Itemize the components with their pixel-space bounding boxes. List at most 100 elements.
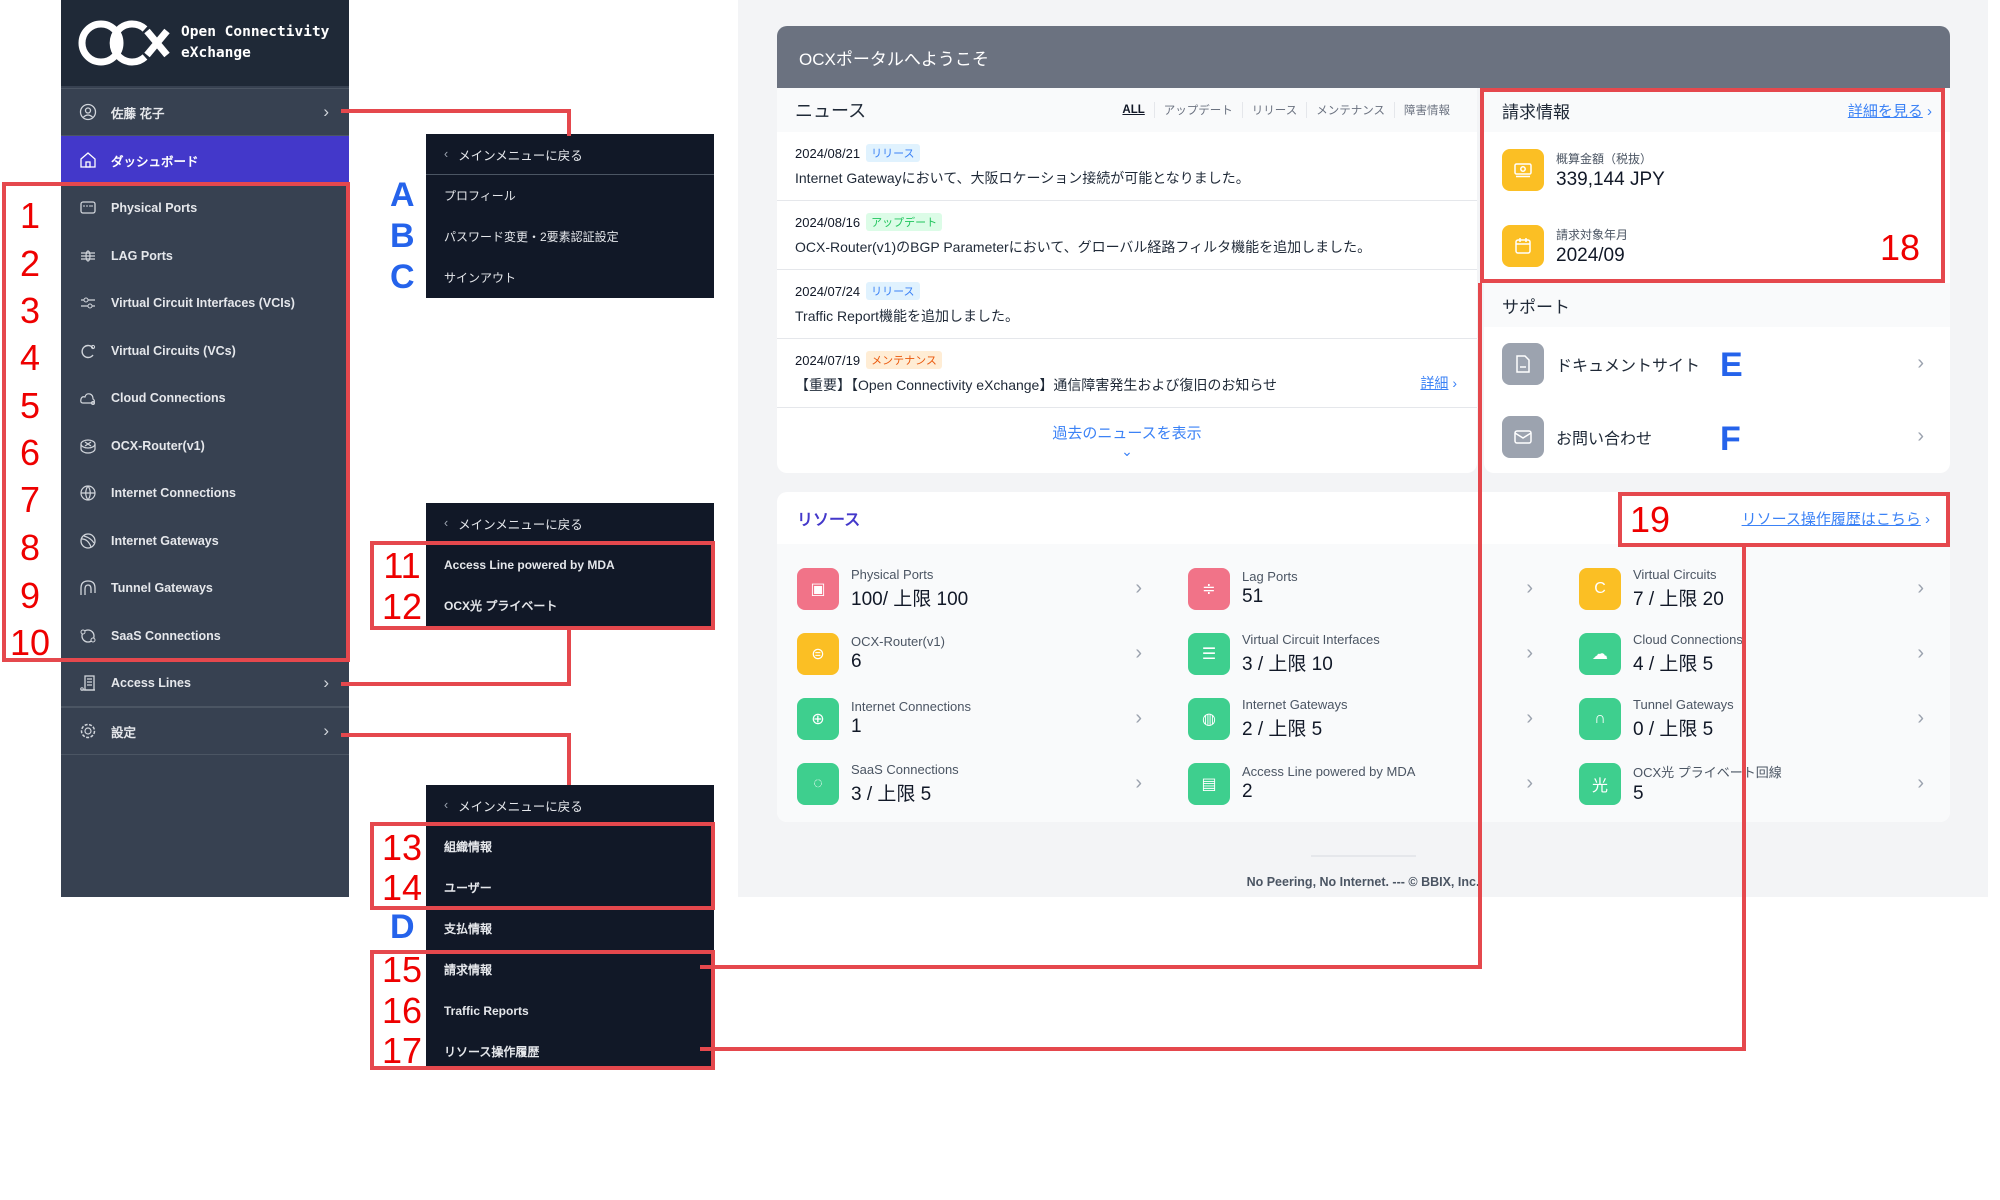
chevron-right-icon: ›	[1526, 772, 1533, 794]
news-text: Internet Gatewayにおいて、大阪ロケーション接続が可能となりました…	[795, 170, 1250, 186]
resource-label: OCX-Router(v1)	[851, 634, 945, 649]
lag-icon: ≑	[1188, 567, 1230, 610]
resource-item[interactable]: ☁ Cloud Connections 4 / 上限 5 ›	[1559, 621, 1950, 686]
maintenance-badge: メンテナンス	[866, 351, 942, 369]
gateway-icon: ◍	[1188, 697, 1230, 740]
sidebar-user-menu[interactable]: 佐藤 花子 ›	[61, 88, 349, 136]
back-to-main-menu[interactable]: ‹ メインメニューに戻る	[426, 503, 714, 544]
support-documents[interactable]: ドキュメントサイト ›	[1484, 327, 1950, 400]
show-past-news-button[interactable]: 過去のニュースを表示 ⌄	[777, 408, 1477, 460]
news-detail-link[interactable]: 詳細 ›	[1420, 373, 1457, 393]
globe-icon: ⊕	[797, 697, 839, 740]
annotation-letter: C	[390, 258, 415, 296]
resource-item[interactable]: ∩ Tunnel Gateways 0 / 上限 5 ›	[1559, 686, 1950, 751]
annotation-letter: B	[390, 217, 415, 255]
news-item[interactable]: 2024/08/16 アップデート OCX-Router(v1)のBGP Para…	[777, 201, 1477, 270]
annotation-number: 19	[1629, 499, 1671, 540]
chevron-right-icon: ›	[323, 721, 329, 740]
resource-item[interactable]: ☰ Virtual Circuit Interfaces 3 / 上限 10 ›	[1168, 621, 1559, 686]
tab-release[interactable]: リリース	[1241, 102, 1306, 118]
resource-count: 3 / 上限 10	[1242, 653, 1333, 675]
sidebar-item-dashboard[interactable]: ダッシュボード	[61, 136, 349, 184]
annotation-number: 16	[381, 990, 423, 1031]
annotation-number: 6	[19, 432, 41, 473]
news-text: Traffic Report機能を追加しました。	[795, 308, 1020, 324]
annotation-letter: D	[390, 908, 415, 946]
news-date: 2024/08/16	[795, 214, 861, 230]
resource-count: 6	[851, 651, 862, 672]
connector-line	[567, 109, 571, 136]
resource-item[interactable]: ◍ Internet Gateways 2 / 上限 5 ›	[1168, 686, 1559, 751]
gear-icon	[79, 722, 97, 740]
tunnel-icon: ∩	[1579, 697, 1621, 740]
chevron-right-icon: ›	[1917, 352, 1924, 374]
resource-count: 2	[1242, 781, 1253, 802]
resource-item[interactable]: C Virtual Circuits 7 / 上限 20 ›	[1559, 556, 1950, 621]
user-name: 佐藤 花子	[111, 106, 165, 121]
menu-item-profile[interactable]: プロフィール	[426, 175, 714, 216]
back-to-main-menu[interactable]: ‹ メインメニューに戻る	[426, 134, 714, 175]
support-panel: サポート ドキュメントサイト › お問い合わせ ›	[1484, 283, 1950, 473]
hikari-icon: 光	[1579, 762, 1621, 805]
annotation-number: 17	[381, 1030, 423, 1071]
annotation-number: 13	[381, 827, 423, 868]
resource-label: Internet Connections	[851, 699, 971, 714]
resource-item[interactable]: ◌ SaaS Connections 3 / 上限 5 ›	[777, 751, 1168, 816]
document-icon	[1502, 342, 1544, 385]
menu-item-signout[interactable]: サインアウト	[426, 257, 714, 298]
resource-count: 7 / 上限 20	[1633, 588, 1724, 610]
chevron-right-icon: ›	[1526, 577, 1533, 599]
chevron-left-icon: ‹	[444, 147, 449, 161]
resource-label: Internet Gateways	[1242, 696, 1348, 712]
news-text: OCX-Router(v1)のBGP Parameterにおいて、グローバル経路…	[795, 239, 1372, 255]
brand-name: Open Connectivity eXchange	[181, 22, 329, 64]
news-date: 2024/08/21	[795, 145, 861, 161]
chevron-right-icon: ›	[1135, 707, 1142, 729]
news-title: ニュース	[795, 101, 867, 121]
resource-item[interactable]: ≑ Lag Ports 51 ›	[1168, 556, 1559, 621]
welcome-header: OCXポータルへようこそ	[777, 26, 1950, 88]
support-documents-label: ドキュメントサイト	[1556, 357, 1701, 375]
tab-update[interactable]: アップデート	[1153, 102, 1242, 118]
back-label: メインメニューに戻る	[458, 148, 583, 163]
chevron-left-icon: ‹	[444, 516, 449, 530]
resource-count: 51	[1242, 586, 1264, 607]
ocx-logo-icon	[77, 17, 171, 69]
logo[interactable]: Open Connectivity eXchange	[61, 0, 349, 86]
news-item[interactable]: 2024/08/21 リリース Internet Gatewayにおいて、大阪ロケ…	[777, 132, 1477, 201]
sidebar-item-access-lines[interactable]: Access Lines ›	[61, 659, 349, 707]
chevron-left-icon: ‹	[444, 798, 449, 812]
release-badge: リリース	[866, 144, 920, 162]
tab-all[interactable]: ALL	[1113, 104, 1153, 116]
sidebar-item-settings[interactable]: 設定 ›	[61, 707, 349, 755]
support-contact[interactable]: お問い合わせ ›	[1484, 400, 1950, 473]
resource-item[interactable]: ▤ Access Line powered by MDA 2 ›	[1168, 751, 1559, 816]
resource-item[interactable]: ⊕ Internet Connections 1 ›	[777, 686, 1168, 751]
news-filter-tabs: ALL アップデート リリース メンテナンス 障害情報	[1113, 102, 1459, 118]
resource-item[interactable]: ▣ Physical Ports 100/ 上限 100 ›	[777, 556, 1168, 621]
resource-label: Virtual Circuit Interfaces	[1242, 631, 1380, 647]
access-lines-label: Access Lines	[111, 676, 191, 690]
menu-item-payment[interactable]: 支払情報	[426, 908, 714, 949]
annotation-number: 18	[1879, 227, 1921, 268]
resource-label: Virtual Circuits	[1633, 566, 1717, 582]
connector-line	[1478, 283, 1482, 969]
tab-maintenance[interactable]: メンテナンス	[1306, 102, 1394, 118]
back-to-main-menu[interactable]: ‹ メインメニューに戻る	[426, 785, 714, 826]
annotation-number: 11	[383, 545, 421, 586]
chevron-right-icon: ›	[1917, 772, 1924, 794]
chevron-right-icon: ›	[323, 673, 329, 692]
resources-grid: ▣ Physical Ports 100/ 上限 100 › ≑ Lag Ports 51 ›…	[777, 544, 1950, 822]
chevron-right-icon: ›	[1526, 642, 1533, 664]
support-contact-label: お問い合わせ	[1556, 430, 1653, 448]
dashboard-label: ダッシュボード	[111, 154, 199, 169]
news-item[interactable]: 2024/07/19 メンテナンス 【重要】【Open Connectivity …	[777, 339, 1477, 408]
resource-item[interactable]: ⊜ OCX-Router(v1) 6 ›	[777, 621, 1168, 686]
resource-item[interactable]: 光 OCX光 プライベート回線 5 ›	[1559, 751, 1950, 816]
tab-incident[interactable]: 障害情報	[1394, 102, 1459, 118]
menu-item-password-2fa[interactable]: パスワード変更・2要素認証設定	[426, 216, 714, 257]
home-icon	[79, 151, 97, 169]
saas-icon: ◌	[797, 762, 839, 805]
news-date: 2024/07/24	[795, 283, 861, 299]
news-item[interactable]: 2024/07/24 リリース Traffic Report機能を追加しました。	[777, 270, 1477, 339]
